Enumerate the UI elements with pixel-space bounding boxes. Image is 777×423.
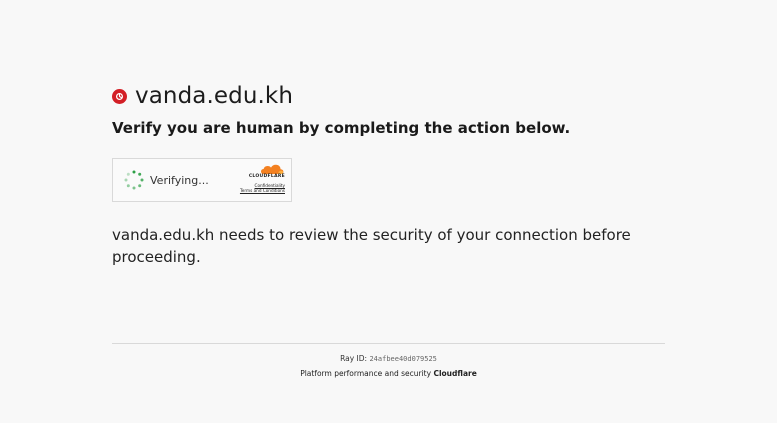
loading-spinner-icon <box>124 170 144 190</box>
cloudflare-wordmark: CLOUDFLARE <box>248 174 285 179</box>
turnstile-widget[interactable]: Verifying... CLOUDFLARE Confidentiality … <box>112 158 292 202</box>
cloudflare-link[interactable]: Cloudflare <box>433 369 476 378</box>
performance-line: Platform performance and security Cloudf… <box>112 369 665 379</box>
ray-id-label: Ray ID: <box>340 354 368 363</box>
terms-link[interactable]: Terms and Conditions <box>231 188 285 193</box>
challenge-title: Verify you are human by completing the a… <box>112 119 571 137</box>
verifying-status: Verifying... <box>150 173 209 187</box>
site-favicon-icon <box>112 88 127 104</box>
performance-text: Platform performance and security <box>300 369 432 378</box>
ray-id-value: 24afbee40d079525 <box>369 355 437 363</box>
ray-id-line: Ray ID: 24afbee40d079525 <box>112 354 665 364</box>
cloudflare-links: Confidentiality Terms and Conditions <box>231 183 285 193</box>
page-footer: Ray ID: 24afbee40d079525 Platform perfor… <box>112 343 665 379</box>
challenge-main: vanda.edu.kh Verify you are human by com… <box>112 80 666 268</box>
site-header: vanda.edu.kh <box>112 80 666 112</box>
site-name: vanda.edu.kh <box>135 83 294 109</box>
security-message: vanda.edu.kh needs to review the securit… <box>112 226 631 266</box>
cloudflare-brand: CLOUDFLARE Confidentiality Terms and Con… <box>231 164 285 198</box>
